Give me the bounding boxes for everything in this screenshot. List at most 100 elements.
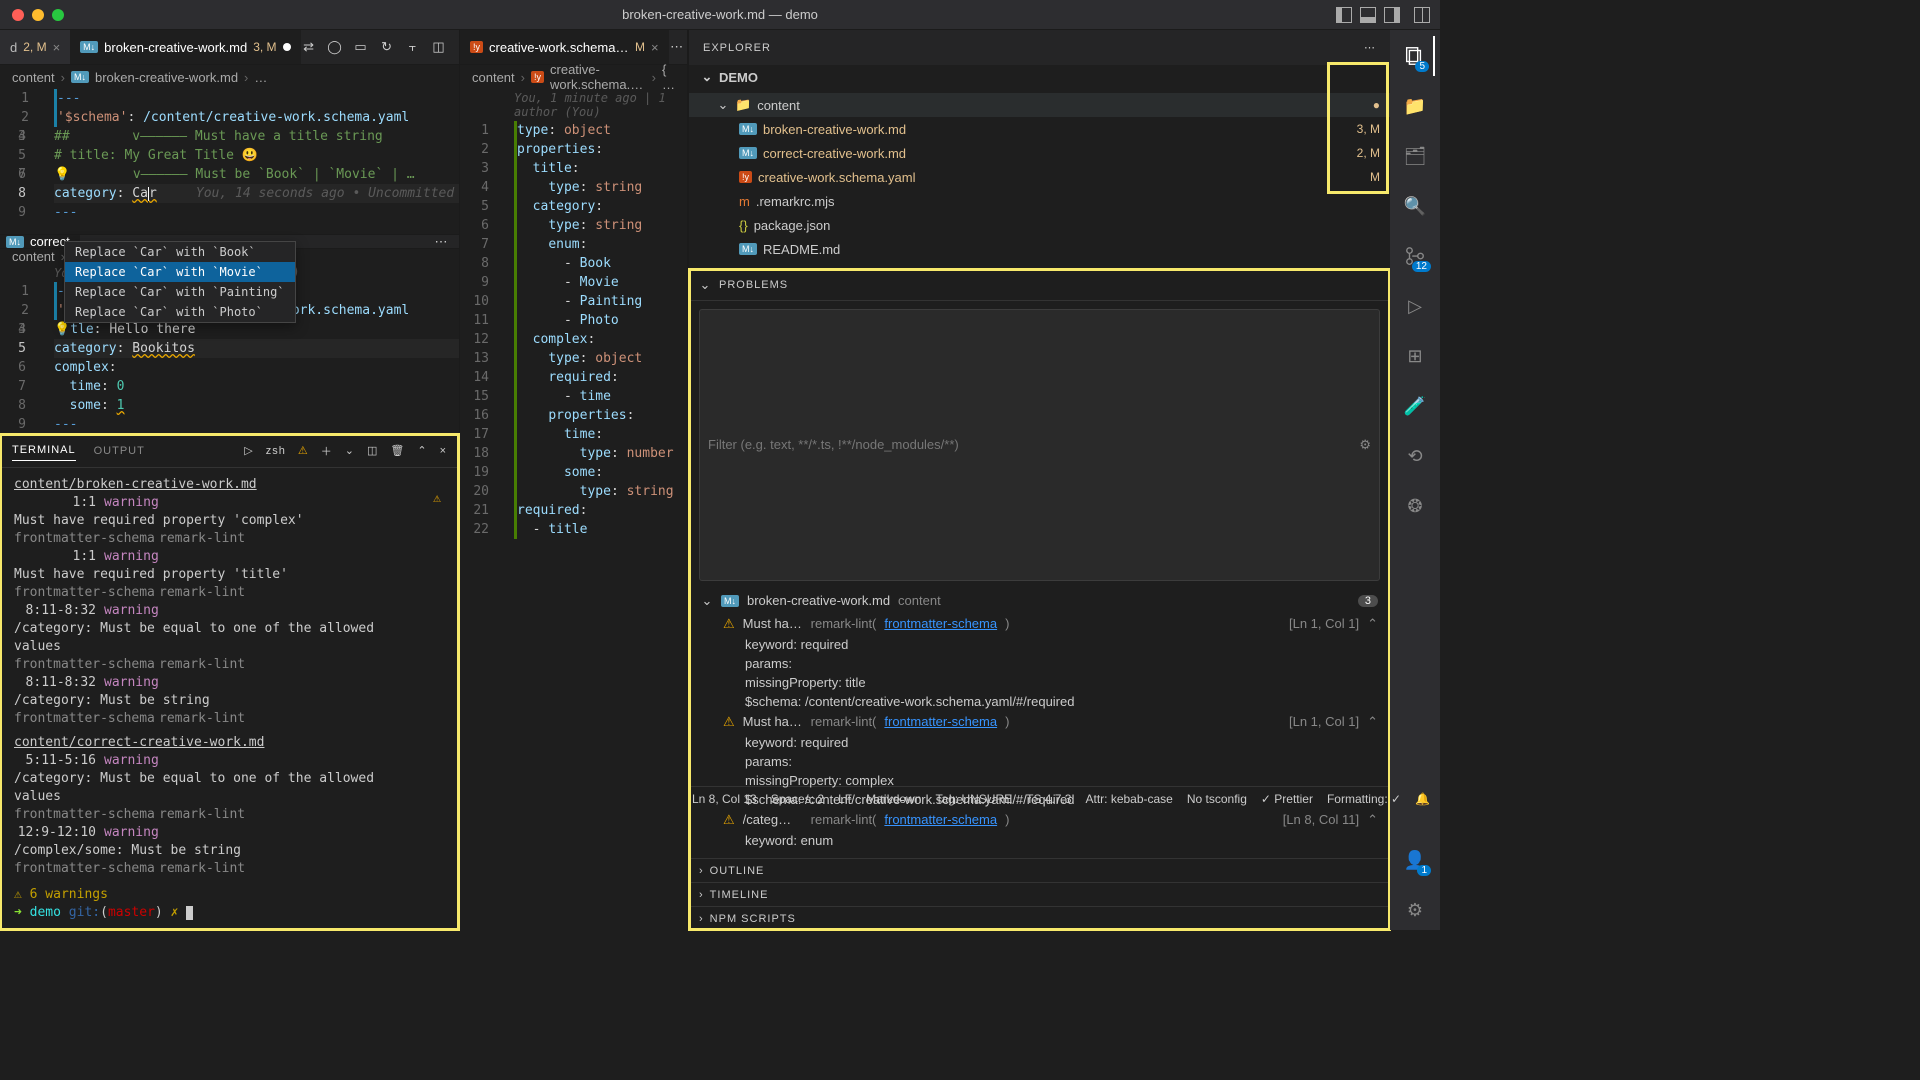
warning-icon: ⚠ [433,490,441,508]
toggle-primary-sidebar-icon[interactable] [1336,7,1352,23]
folder-icon[interactable]: 📁 [1395,86,1435,126]
editor-actions: ⇄ ◯ ▭ ↻ ⫟ ◫ ⋯ [301,39,459,55]
problem-detail: params: [695,752,1384,771]
status-tsconfig[interactable]: No tsconfig [1187,792,1247,806]
status-indent[interactable]: Spaces: 2 [771,792,824,806]
chevron-down-icon[interactable]: ⌄ [699,277,711,293]
extensions-icon[interactable]: ⊞ [1395,336,1435,376]
git-blame-header: You, 1 minute ago | 1 author (You) [460,89,687,121]
tab-schema-yaml[interactable]: !y creative-work.schema.yaml M × [460,30,669,65]
breadcrumb[interactable]: content› M↓ broken-creative-work.md› … [0,65,459,89]
search-icon[interactable]: ◯ [327,39,343,55]
tab-other-file[interactable]: d 2, M × [0,30,70,65]
tree-file[interactable]: {}package.json [689,213,1390,237]
remote-icon[interactable]: ⟲ [1395,436,1435,476]
more-icon[interactable]: ⋯ [457,39,459,55]
status-formatting[interactable]: Formatting: ✓ [1327,792,1401,806]
explorer-header: EXPLORER ⋯ [689,30,1390,65]
problems-panel: ⌄ PROBLEMS Filter (e.g. text, **/*.ts, !… [689,269,1390,930]
quickfix-item[interactable]: Replace `Car` with `Movie` [65,262,295,282]
terminal-shell-icon[interactable]: ▷ [244,444,253,457]
split-down-icon[interactable]: ⫟ [405,39,421,55]
explorer-root[interactable]: ⌄DEMO [689,65,1390,89]
problem-detail: missingProperty: complex [695,771,1384,790]
status-cursor[interactable]: Ln 8, Col 13 [692,792,757,806]
search-icon[interactable]: 🔍 [1395,186,1435,226]
customize-layout-icon[interactable] [1414,7,1430,23]
status-prettier[interactable]: ✓ Prettier [1261,792,1313,806]
problem-item[interactable]: ⚠Must ha… remark-lint(frontmatter-schema… [695,711,1384,733]
outline-section[interactable]: ›OUTLINE [689,858,1390,882]
problem-detail: $schema: /content/creative-work.schema.y… [695,692,1384,711]
tab-label: creative-work.schema.yaml [489,40,629,55]
quickfix-item[interactable]: Replace `Car` with `Book` [65,242,295,262]
editor-broken[interactable]: 1--- 2'$schema': /content/creative-work.… [0,89,459,234]
split-right-icon[interactable]: ◫ [431,39,447,55]
more-icon[interactable]: ⋯ [433,235,449,249]
tree-file[interactable]: M↓broken-creative-work.md3, M [689,117,1390,141]
status-eol[interactable]: LF [838,792,852,806]
more-icon[interactable]: ⋯ [669,39,685,55]
filter-icon[interactable]: ⚙ [1359,437,1371,453]
status-bell-icon[interactable]: 🔔 [1415,792,1430,806]
npm-scripts-section[interactable]: ›NPM SCRIPTS [689,906,1390,930]
close-icon[interactable]: × [651,40,659,55]
files-icon[interactable]: 🗂 [1395,136,1435,176]
dirty-indicator-icon [283,43,291,51]
close-icon[interactable]: × [440,445,447,457]
run-icon[interactable]: ↻ [379,39,395,55]
more-icon[interactable]: ⋯ [1364,41,1376,54]
breadcrumb[interactable]: content› !y creative-work.schema.yaml› {… [460,65,687,89]
tree-folder[interactable]: ⌄📁content● [689,93,1390,117]
explorer-icon[interactable]: 5 [1395,36,1435,76]
minimize-icon[interactable] [32,9,44,21]
status-tag[interactable]: Tag: UNSURE [935,792,1012,806]
tab-broken-creative-work[interactable]: M↓ broken-creative-work.md 3, M [70,30,300,65]
titlebar: broken-creative-work.md — demo [0,0,1440,30]
git-compare-icon[interactable]: ⇄ [301,39,317,55]
editor-yaml[interactable]: 1type: object2properties:3 title:4 type:… [460,121,687,930]
new-terminal-icon[interactable]: ＋ [321,443,333,459]
chevron-up-icon[interactable]: ⌃ [417,444,427,457]
status-attr[interactable]: Attr: kebab-case [1085,792,1172,806]
terminal-prompt[interactable]: ➜ demo git:(master) ✗ [14,904,445,922]
toggle-secondary-sidebar-icon[interactable] [1384,7,1400,23]
settings-gear-icon[interactable]: ⚙ [1395,890,1435,930]
tree-file[interactable]: !ycreative-work.schema.yamlM [689,165,1390,189]
source-control-icon[interactable]: 12 [1395,236,1435,276]
quickfix-item[interactable]: Replace `Car` with `Photo` [65,302,295,322]
quickfix-item[interactable]: Replace `Car` with `Painting` [65,282,295,302]
close-icon[interactable] [12,9,24,21]
split-terminal-icon[interactable]: ◫ [367,444,378,457]
problems-file-row[interactable]: ⌄ M↓ broken-creative-work.md content 3 [695,589,1384,613]
trash-icon[interactable]: 🗑 [390,444,405,457]
graph-icon[interactable]: ❂ [1395,486,1435,526]
window-title: broken-creative-work.md — demo [0,7,1440,22]
terminal-panel: TERMINAL OUTPUT ▷ zsh ⚠ ＋ ⌄ ◫ 🗑 ⌃ × [0,434,459,930]
problems-filter-input[interactable]: Filter (e.g. text, **/*.ts, !**/node_mod… [699,309,1380,581]
status-ts[interactable]: TS 4.7.3 [1026,792,1071,806]
preview-icon[interactable]: ▭ [353,39,369,55]
tab-label: broken-creative-work.md [104,40,247,55]
status-language[interactable]: Markdown [866,792,921,806]
terminal-shell-label: zsh [266,445,286,457]
run-debug-icon[interactable]: ▷ [1395,286,1435,326]
chevron-down-icon[interactable]: ⌄ [345,444,355,457]
quick-fix-menu[interactable]: Replace `Car` with `Book` Replace `Car` … [64,241,296,323]
maximize-icon[interactable] [52,9,64,21]
close-icon[interactable]: × [53,40,61,55]
tab-output[interactable]: OUTPUT [94,441,145,461]
account-icon[interactable]: 👤1 [1395,840,1435,880]
tree-file[interactable]: M↓correct-creative-work.md2, M [689,141,1390,165]
problem-item[interactable]: ⚠Must ha… remark-lint(frontmatter-schema… [695,613,1384,635]
problem-item[interactable]: ⚠/categ… remark-lint(frontmatter-schema)… [695,809,1384,831]
yaml-icon: !y [470,41,483,53]
timeline-section[interactable]: ›TIMELINE [689,882,1390,906]
test-icon[interactable]: 🧪 [1395,386,1435,426]
toggle-panel-icon[interactable] [1360,7,1376,23]
tab-terminal[interactable]: TERMINAL [12,440,76,461]
tree-file[interactable]: m.remarkrc.mjs [689,189,1390,213]
terminal-output[interactable]: content/broken-creative-work.md 1:1warni… [0,468,459,930]
yaml-icon: !y [531,71,544,83]
tree-file[interactable]: M↓README.md [689,237,1390,261]
